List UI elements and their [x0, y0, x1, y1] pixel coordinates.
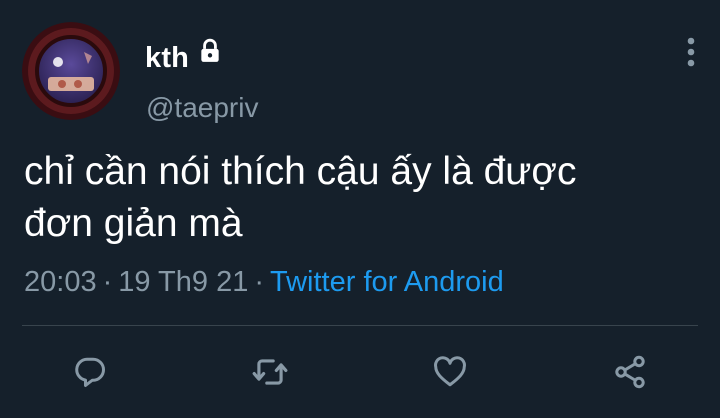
tweet-date: 19 Th9 21 [118, 266, 249, 298]
meta-separator: · [102, 266, 113, 298]
retweet-button[interactable] [242, 344, 298, 400]
avatar-image [22, 22, 120, 120]
retweet-icon [252, 359, 288, 385]
avatar[interactable] [22, 22, 120, 120]
more-vertical-icon[interactable] [676, 32, 706, 72]
share-icon [615, 355, 645, 389]
tweet-source-link[interactable]: Twitter for Android [270, 266, 504, 298]
meta-separator: · [254, 266, 264, 298]
tweet-meta: 20:03 · 19 Th9 21 · Twitter for Android [24, 266, 504, 299]
lock-icon [197, 38, 223, 69]
tweet-card: kth @taepriv chỉ cần nói thích cậu ấy là… [0, 0, 720, 418]
tweet-text: chỉ cần nói thích cậu ấy là được đơn giả… [24, 150, 577, 245]
like-button[interactable] [422, 344, 478, 400]
divider [22, 325, 698, 326]
action-bar [0, 344, 720, 400]
display-name: kth [145, 41, 190, 74]
reply-icon [75, 357, 105, 387]
user-handle[interactable]: @taepriv [146, 92, 258, 124]
user-name-row[interactable]: kth [145, 38, 223, 78]
tweet-time: 20:03 [24, 266, 97, 298]
reply-button[interactable] [62, 344, 118, 400]
heart-icon [434, 356, 466, 387]
share-button[interactable] [602, 344, 658, 400]
